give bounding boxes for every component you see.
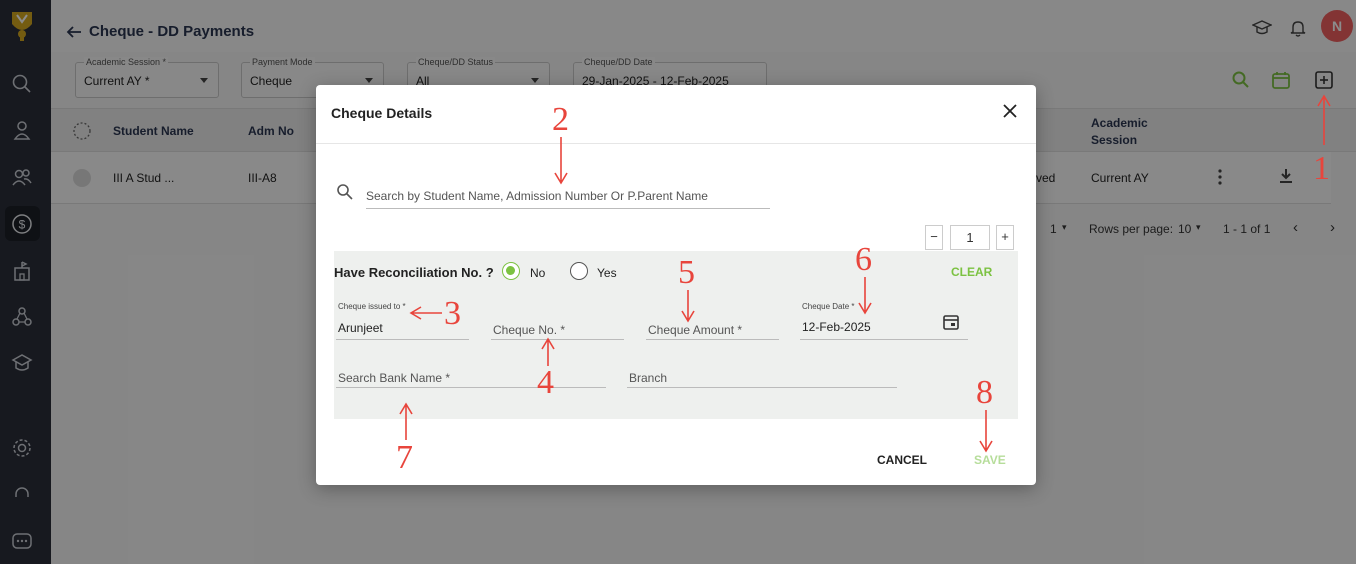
field-placeholder: Cheque Amount * xyxy=(648,323,743,337)
dialog-divider xyxy=(316,143,1036,144)
radio-yes-label[interactable]: Yes xyxy=(597,266,617,280)
cheque-amount-field[interactable]: Cheque Amount * xyxy=(646,303,779,340)
search-icon xyxy=(337,184,353,200)
annotation-label: 5 xyxy=(678,254,695,291)
student-search-input[interactable] xyxy=(366,183,770,209)
stepper-value[interactable]: 1 xyxy=(950,225,990,250)
annotation-label: 6 xyxy=(855,241,872,278)
field-placeholder: Search Bank Name * xyxy=(338,371,451,385)
field-value: Arunjeet xyxy=(338,321,383,335)
field-placeholder: Cheque No. * xyxy=(493,323,566,337)
annotation-label: 2 xyxy=(552,101,569,138)
field-value: 12-Feb-2025 xyxy=(802,320,871,334)
cheque-date-field[interactable]: Cheque Date * 12-Feb-2025 xyxy=(800,302,968,340)
annotation-label: 4 xyxy=(537,364,554,401)
annotation-label: 3 xyxy=(444,295,461,332)
close-icon[interactable] xyxy=(1002,103,1018,119)
annotation-label: 8 xyxy=(976,374,993,411)
dialog-title: Cheque Details xyxy=(331,105,433,121)
stepper-decrement-button[interactable]: − xyxy=(925,225,943,250)
reconciliation-question: Have Reconciliation No. ? xyxy=(334,265,494,280)
field-placeholder: Branch xyxy=(629,371,668,385)
field-label: Cheque issued to * xyxy=(338,302,406,311)
cheque-details-dialog: Cheque Details − 1 + Have Reconciliation… xyxy=(316,85,1036,485)
annotation-label: 1 xyxy=(1313,150,1330,187)
cheque-form-panel: Have Reconciliation No. ? No Yes CLEAR C… xyxy=(334,251,1018,419)
radio-yes[interactable] xyxy=(570,262,588,280)
save-button[interactable]: SAVE xyxy=(974,453,1006,467)
branch-field[interactable]: Branch xyxy=(627,366,897,388)
calendar-icon[interactable] xyxy=(942,313,960,331)
cancel-button[interactable]: CANCEL xyxy=(877,453,927,467)
radio-no-label[interactable]: No xyxy=(530,266,545,280)
clear-button[interactable]: CLEAR xyxy=(951,265,992,279)
radio-no[interactable] xyxy=(502,262,520,280)
stepper-increment-button[interactable]: + xyxy=(996,225,1014,250)
field-label: Cheque Date * xyxy=(802,302,855,311)
bank-name-field[interactable]: Search Bank Name * xyxy=(336,366,606,388)
annotation-label: 7 xyxy=(396,439,413,476)
cheque-no-field[interactable]: Cheque No. * xyxy=(491,303,624,340)
